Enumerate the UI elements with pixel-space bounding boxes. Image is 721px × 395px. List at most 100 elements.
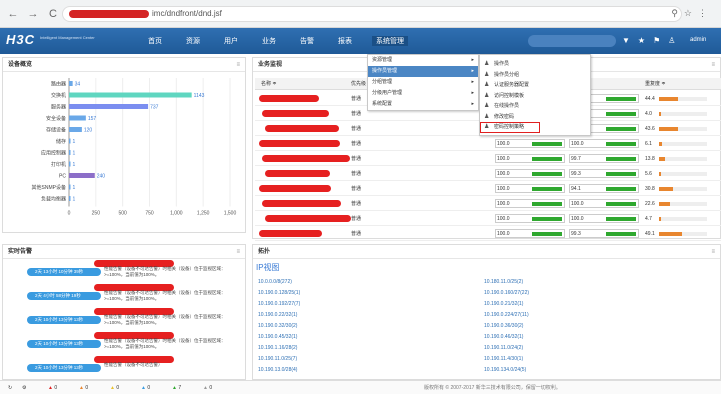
submenu-item[interactable]: ♟ 认证服务器配置 xyxy=(480,80,590,91)
load-bar xyxy=(659,97,679,101)
refresh-icon[interactable]: ↻ xyxy=(8,381,12,395)
nav-item[interactable]: 首页 xyxy=(148,36,162,46)
load-track xyxy=(659,142,707,146)
response-value: 100.0 xyxy=(571,201,584,207)
alarm-count-2[interactable]: ▲ 0 xyxy=(110,381,119,395)
settings-icon[interactable]: ⚙ xyxy=(22,381,26,395)
device-chart: 0 250 500 750 1,000 1,250 1,500 路由器 34 交换机 1143 服务器… xyxy=(32,78,236,217)
browser-action-icons[interactable]: ⚲☆⋮ xyxy=(671,8,713,19)
response-cell: 99.3 xyxy=(569,169,639,178)
ip-subnet-link[interactable]: 10.190.1.16/28(2) xyxy=(258,345,297,351)
ip-subnet-link[interactable]: 10.190.0.22/32(1) xyxy=(258,312,297,318)
bar[interactable] xyxy=(69,184,71,190)
bar[interactable] xyxy=(69,173,95,178)
table-row[interactable]: 普通 100.0 100.0 22.6 xyxy=(255,197,721,211)
response-bar xyxy=(606,202,636,206)
bar[interactable] xyxy=(69,115,86,121)
alarm-count-0[interactable]: ▲ 0 xyxy=(48,381,57,395)
ip-subnet-link[interactable]: 10.190.0.32/30(2) xyxy=(258,323,297,329)
x-tick-label: 250 xyxy=(92,211,101,217)
panel-title: 设备概览 ≡ xyxy=(3,58,245,72)
table-row[interactable]: 普通 100.0 99.3 49.1 xyxy=(255,227,721,241)
menu-item[interactable]: 资源管理 ▸ xyxy=(368,55,478,66)
menu-item[interactable]: 分级用户管理 ▸ xyxy=(368,88,478,99)
ip-subnet-link[interactable]: 10.190.13.0/28(4) xyxy=(258,367,297,373)
alarm-time-badge: 2天 13小时 10分钟 39秒 xyxy=(27,268,101,276)
forward-icon[interactable]: → xyxy=(26,7,40,21)
table-row[interactable]: 普通 100.0 100.0 6.1 xyxy=(255,137,721,151)
search-input[interactable] xyxy=(528,35,616,47)
table-row[interactable]: 普通 100.0 100.0 4.7 xyxy=(255,212,721,226)
response-cell: 99.3 xyxy=(569,229,639,238)
submenu-item[interactable]: ♟ 操作员分组 xyxy=(480,70,590,81)
bar[interactable] xyxy=(69,81,73,86)
panel-menu-icon[interactable]: ≡ xyxy=(711,58,715,72)
alarm-count-1[interactable]: ▲ 0 xyxy=(79,381,88,395)
alarm-count-3[interactable]: ▲ 0 xyxy=(141,381,150,395)
nav-item[interactable]: 告警 xyxy=(300,36,314,46)
ip-subnet-link[interactable]: 10.190.0.192/27(7) xyxy=(258,301,300,307)
nav-item[interactable]: 系统管理 xyxy=(372,36,408,46)
ip-subnet-link[interactable]: 10.190.0.45/32(1) xyxy=(258,334,297,340)
load-track xyxy=(659,172,707,176)
ip-subnet-link[interactable]: 10.190.0.128/25(1) xyxy=(258,290,300,296)
nav-item[interactable]: 资源 xyxy=(186,36,200,46)
alarm-time-badge: 2天 10小时 13分钟 13秒 xyxy=(27,316,101,324)
col-name[interactable]: 名称 ≑ xyxy=(261,78,277,90)
ip-subnet-link[interactable]: 10.180.11.0/25(2) xyxy=(484,279,523,285)
submenu-item[interactable]: ♟ 操作员 xyxy=(480,59,590,70)
table-row[interactable]: 普通 100.0 99.7 13.8 xyxy=(255,152,721,166)
col-load[interactable]: 重复度 ≑ xyxy=(645,78,666,90)
menu-item[interactable]: 系统配置 ▸ xyxy=(368,99,478,110)
response-value: 99.3 xyxy=(571,231,581,237)
nav-item[interactable]: 用户 xyxy=(224,36,238,46)
panel-menu-icon[interactable]: ≡ xyxy=(236,245,240,259)
submenu-item[interactable]: ♟ 在线操作员 xyxy=(480,101,590,112)
panel-menu-icon[interactable]: ≡ xyxy=(711,245,715,259)
load-value: 43.6 xyxy=(645,126,655,132)
ip-subnet-link[interactable]: 10.190.0.224/27(11) xyxy=(484,312,529,318)
col-priority[interactable]: 优先级 xyxy=(351,78,366,90)
bar[interactable] xyxy=(69,138,71,144)
menu-item[interactable]: 分组管理 ▸ xyxy=(368,77,478,88)
ip-subnet-link[interactable]: 10.190.134.0/24(5) xyxy=(484,367,526,373)
bar[interactable] xyxy=(69,150,71,155)
address-bar[interactable]: imc/dndfront/dnd.jsf xyxy=(62,6,682,22)
load-bar xyxy=(659,112,662,116)
alarm-count-5[interactable]: ▲ 0 xyxy=(203,381,212,395)
submenu-item[interactable]: ♟ 访问控制模板 xyxy=(480,91,590,102)
nav-item[interactable]: 业务 xyxy=(262,36,276,46)
header-icons[interactable]: ▼★⚑♙ xyxy=(622,36,683,45)
ip-subnet-link[interactable]: 10.0.0.0/8(272) xyxy=(258,279,292,285)
reload-icon[interactable]: C xyxy=(46,7,60,21)
bar[interactable] xyxy=(69,196,71,201)
availability-bar xyxy=(532,172,562,176)
bar[interactable] xyxy=(69,161,71,167)
bar[interactable] xyxy=(69,92,192,98)
alarm-count-4[interactable]: ▲ 7 xyxy=(172,381,181,395)
redacted-name xyxy=(262,110,329,117)
table-row[interactable]: 普通 100.0 99.3 5.6 xyxy=(255,167,721,181)
submenu-item[interactable]: ♟ 密码控制策略 xyxy=(480,122,540,133)
ip-subnet-link[interactable]: 10.190.11.0/24(2) xyxy=(484,345,523,351)
submenu-item[interactable]: ♟ 修改密码 xyxy=(480,112,590,123)
menu-item[interactable]: 操作员管理 ▸ xyxy=(368,66,478,77)
ip-subnet-link[interactable]: 10.190.11.4/30(1) xyxy=(484,356,523,362)
ip-subnet-link[interactable]: 10.190.0.46/32(1) xyxy=(484,334,523,340)
nav-item[interactable]: 报表 xyxy=(338,36,352,46)
panel-menu-icon[interactable]: ≡ xyxy=(236,58,240,72)
admin-menu[interactable]: admin xyxy=(690,37,706,43)
ip-subnet-link[interactable]: 10.190.0.36/30(2) xyxy=(484,323,523,329)
table-row[interactable]: 普通 100.0 94.1 30.8 xyxy=(255,182,721,196)
response-bar xyxy=(606,217,636,221)
ip-subnet-link[interactable]: 10.190.0.21/32(1) xyxy=(484,301,523,307)
priority-cell: 普通 xyxy=(351,216,362,222)
ip-subnet-link[interactable]: 10.190.11.0/25(7) xyxy=(258,356,297,362)
alarm-count-value: 0 xyxy=(116,385,120,391)
ip-subnet-link[interactable]: 10.190.0.160/27(22) xyxy=(484,290,529,296)
back-icon[interactable]: ← xyxy=(6,7,20,21)
bar[interactable] xyxy=(69,104,149,109)
chevron-right-icon: ▸ xyxy=(471,90,474,96)
chevron-right-icon: ▸ xyxy=(471,68,474,74)
bar[interactable] xyxy=(69,127,82,132)
